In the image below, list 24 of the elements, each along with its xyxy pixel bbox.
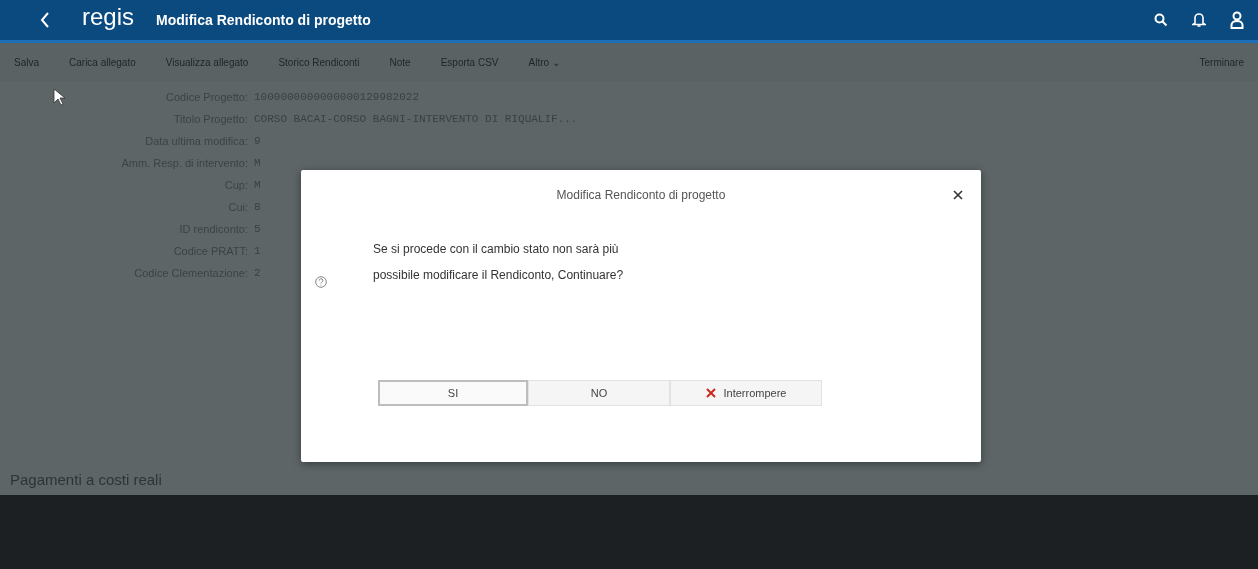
- bell-icon[interactable]: [1192, 12, 1206, 28]
- toolbar-button[interactable]: Esporta CSV: [440, 56, 499, 68]
- dialog-title: Modifica Rendiconto di progetto: [556, 188, 726, 202]
- app-logo: regis: [82, 3, 135, 31]
- question-icon: [315, 276, 327, 288]
- toolbar-button[interactable]: Visualizza allegato: [165, 56, 249, 68]
- dialog-button[interactable]: SI: [378, 380, 528, 406]
- user-icon[interactable]: [1230, 11, 1244, 29]
- cancel-button[interactable]: Interrompere: [670, 380, 822, 406]
- page-title: Modifica Rendiconto di progetto: [156, 12, 371, 28]
- message-text: possibile modificare il Rendiconto, Continuare?: [373, 267, 624, 284]
- toolbar-button[interactable]: Storico Rendiconti: [278, 56, 360, 68]
- toolbar-button[interactable]: Salva: [14, 56, 39, 68]
- toolbar-button[interactable]: Carica allegato: [69, 56, 136, 68]
- pointer-icon: [53, 88, 65, 106]
- search-icon[interactable]: [1154, 13, 1168, 27]
- close-icon[interactable]: [953, 190, 963, 200]
- toolbar-button[interactable]: Note: [389, 56, 411, 68]
- toolbar-button[interactable]: Terminare: [1199, 56, 1244, 68]
- x-icon: [705, 388, 716, 398]
- back-icon[interactable]: [40, 12, 50, 28]
- dialog-button[interactable]: NO: [528, 380, 670, 406]
- message-text: Se si procede con il cambio stato non sarà più: [373, 241, 620, 258]
- toolbar-button[interactable]: Altro ⌄: [528, 56, 560, 68]
